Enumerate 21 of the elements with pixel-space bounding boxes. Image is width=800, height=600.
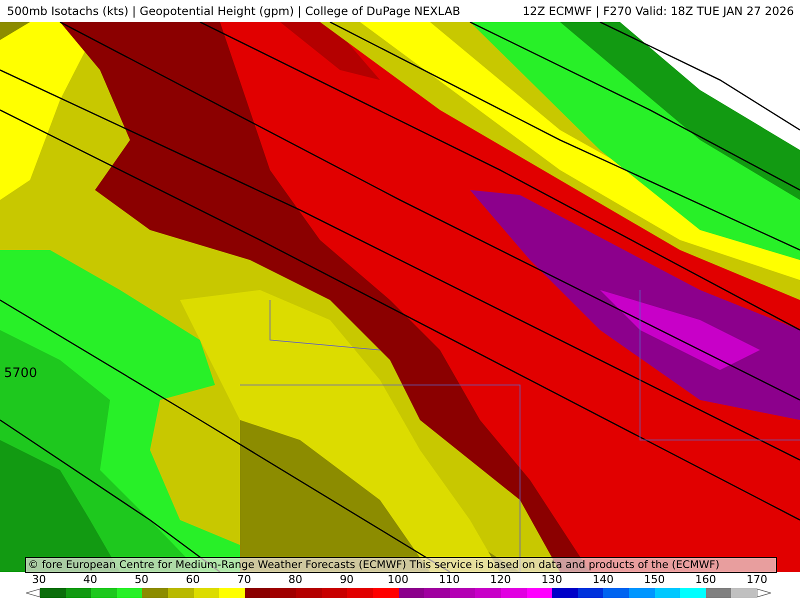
colorbar-label: 120: [489, 573, 512, 586]
colorbar-label: 140: [592, 573, 615, 586]
colorbar-label: 150: [642, 573, 666, 586]
colorbar-label: 80: [287, 573, 304, 586]
attribution-text: © fore European Centre for Medium-Range Weather Forecasts (ECMWF) This service is based on data and products of the (ECMWF): [25, 557, 777, 573]
colorbar-label: 60: [184, 573, 201, 586]
model-run-title: 12Z ECMWF | F270 Valid: 18Z TUE JAN 27 2026: [522, 4, 794, 18]
contour-label: 5700: [4, 366, 38, 381]
colorbar-end-icon: [757, 588, 771, 598]
colorbar-end-icon: [26, 588, 40, 598]
colorbar-label: 70: [236, 573, 252, 586]
colorbar-label: 30: [31, 573, 47, 586]
colorbar-label: 170: [745, 573, 768, 586]
colorbar-label: 110: [438, 573, 461, 586]
colorbar-label: 160: [694, 573, 718, 586]
map-title: 500mb Isotachs (kts) | Geopotential Height (gpm) | College of DuPage NEXLAB: [7, 4, 460, 18]
colorbar-label: 50: [134, 573, 150, 586]
colorbar-label: 40: [82, 573, 98, 586]
colorbar-label: 90: [338, 573, 355, 586]
colorbar-label: 100: [386, 573, 410, 586]
colorbar-label: 130: [540, 573, 564, 586]
